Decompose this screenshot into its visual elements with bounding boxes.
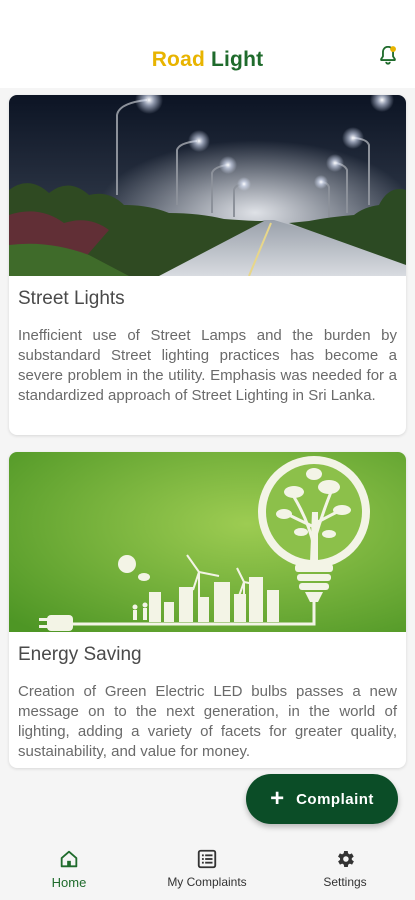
nav-item-home[interactable]: Home bbox=[0, 848, 138, 890]
home-icon bbox=[60, 850, 78, 868]
card-description: Inefficient use of Street Lamps and the … bbox=[18, 327, 397, 404]
app-title-light: Light bbox=[211, 48, 264, 71]
app-title: Road Light bbox=[0, 48, 415, 72]
app-title-road: Road bbox=[151, 48, 205, 71]
nav-item-label: Home bbox=[51, 875, 87, 890]
info-card-energy-saving[interactable]: Energy Saving Creation of Green Electric… bbox=[9, 452, 406, 768]
card-description: Creation of Green Electric LED bulbs pas… bbox=[18, 683, 397, 760]
bell-icon[interactable] bbox=[377, 44, 399, 66]
card-title: Energy Saving bbox=[18, 644, 142, 665]
green-bulb-illustration bbox=[9, 452, 406, 632]
add-complaint-button[interactable]: + Complaint bbox=[246, 774, 398, 824]
nav-item-label: Settings bbox=[323, 875, 367, 889]
gear-icon bbox=[338, 851, 354, 867]
plus-icon: + bbox=[270, 785, 285, 812]
card-title: Street Lights bbox=[18, 288, 125, 309]
nav-item-my-complaints[interactable]: My Complaints bbox=[138, 848, 276, 889]
nav-item-label: My Complaints bbox=[167, 875, 247, 889]
app-root: Road Light Street Lights Inefficient use… bbox=[0, 0, 415, 900]
list-icon bbox=[197, 849, 217, 869]
info-card-street-lights[interactable]: Street Lights Inefficient use of Street … bbox=[9, 95, 406, 435]
nav-item-settings[interactable]: Settings bbox=[276, 848, 414, 889]
bottom-navigation: Home My Complaints Settings bbox=[0, 840, 415, 900]
add-complaint-label: Complaint bbox=[296, 790, 374, 808]
app-header: Road Light bbox=[0, 0, 415, 88]
street-lights-photo bbox=[9, 95, 406, 276]
